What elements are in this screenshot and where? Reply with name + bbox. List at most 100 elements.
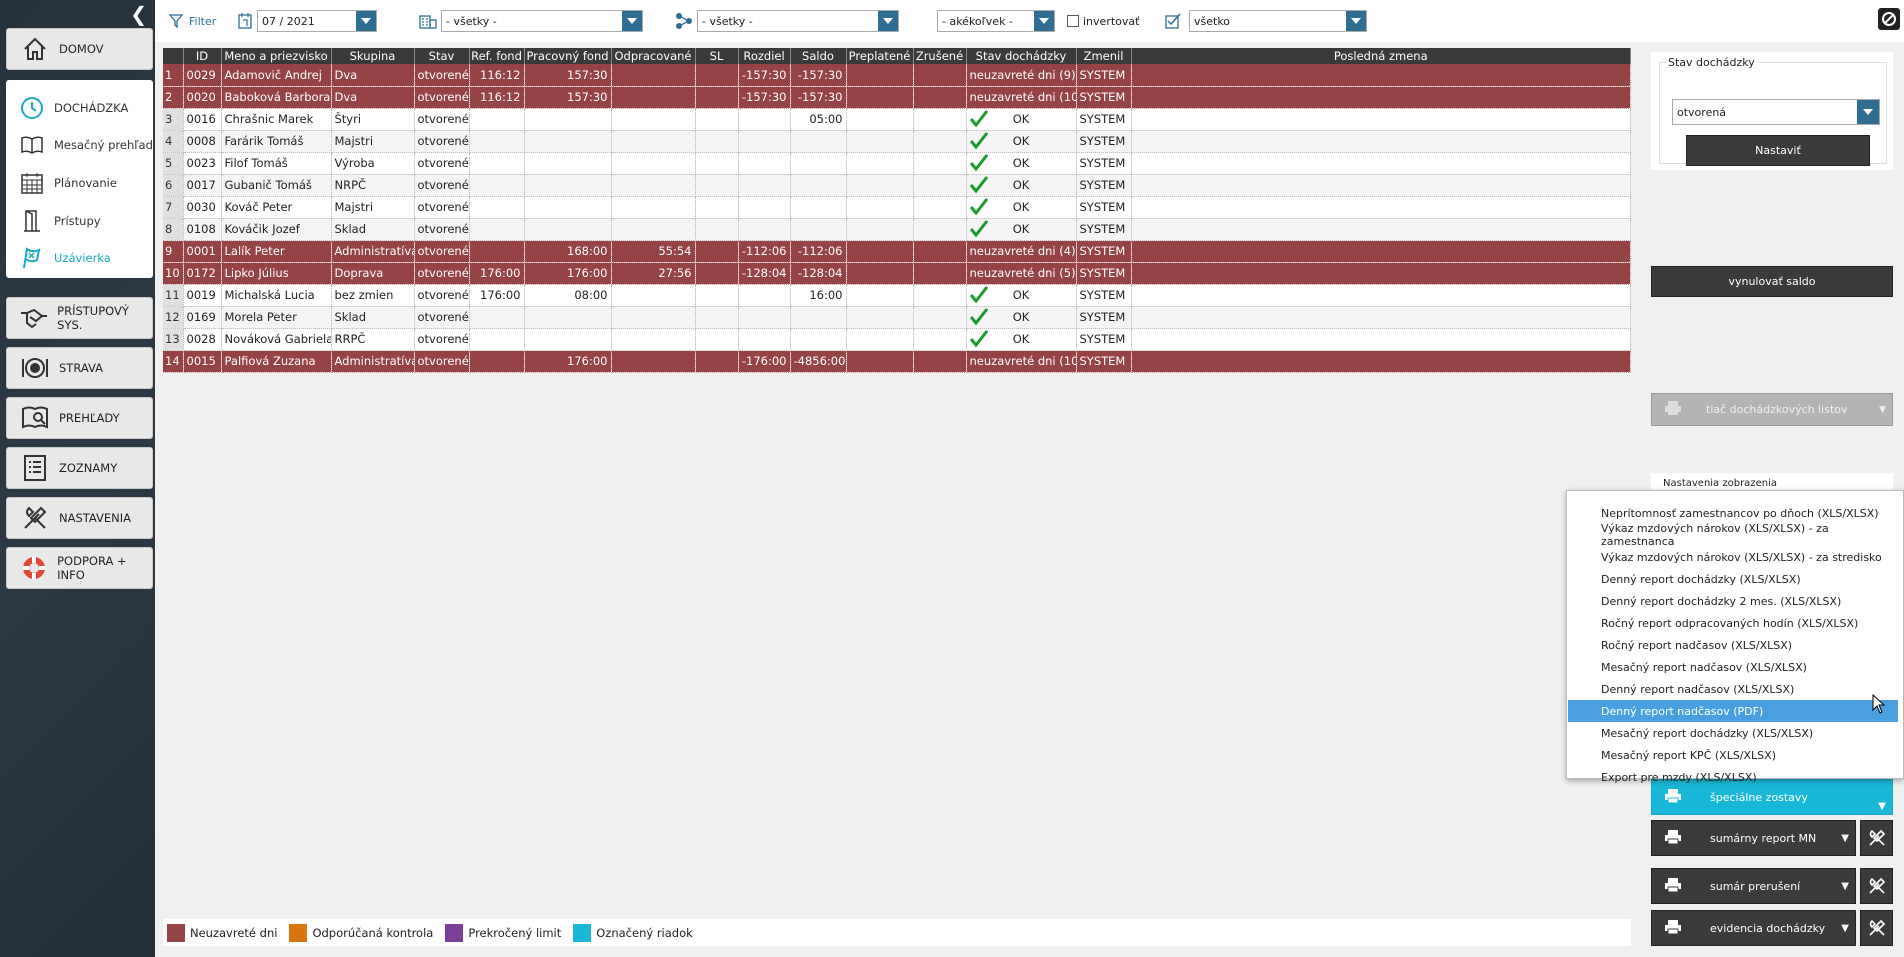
collapse-sidebar-icon[interactable]: ❮ — [130, 2, 147, 26]
menu-item[interactable]: Neprítomnosť zamestnancov po dňoch (XLS/… — [1568, 502, 1898, 524]
menu-item[interactable]: Mesačný report nadčasov (XLS/XLSX) — [1568, 656, 1898, 678]
table-row[interactable]: 13 0028 Nováková Gabriela RRPČ otvorené OK SYS… — [163, 328, 1631, 351]
cell-zmenil: SYSTEM — [1076, 306, 1132, 329]
table-row[interactable]: 8 0108 Kováčik Jozef Sklad otvorené OK SYSTEM — [163, 218, 1631, 241]
cell-n: 3 — [163, 108, 184, 131]
tools-icon — [1868, 919, 1885, 936]
col-header[interactable]: SL — [695, 48, 739, 64]
menu-item[interactable]: Export pre mzdy (XLS/XLSX) — [1568, 766, 1898, 788]
cell-sl — [695, 350, 739, 373]
department-select[interactable]: - všetky - — [441, 10, 643, 32]
col-header[interactable]: Stav — [414, 48, 470, 64]
nav-uzavierka[interactable]: Uzávierka — [6, 241, 153, 275]
state-select[interactable]: všetko — [1189, 10, 1367, 32]
col-header[interactable]: Rozdiel — [738, 48, 791, 64]
month-select[interactable]: 07 / 2021 — [257, 10, 377, 32]
cell-saldo: 05:00 — [790, 108, 847, 131]
table-row[interactable]: 10 0172 Lipko Július Doprava otvorené 176:00 1… — [163, 262, 1631, 285]
menu-item[interactable]: Denný report dochádzky 2 mes. (XLS/XLSX) — [1568, 590, 1898, 612]
menu-item[interactable]: Denný report nadčasov (PDF) — [1568, 700, 1898, 722]
attendance-records-button[interactable]: evidencia dochádzky ▼ — [1651, 910, 1856, 946]
col-header[interactable]: Posledná zmena — [1131, 48, 1631, 64]
menu-item[interactable]: Výkaz mzdových nárokov (XLS/XLSX) - za s… — [1568, 546, 1898, 568]
cell-zmenil: SYSTEM — [1076, 130, 1132, 153]
menu-item[interactable]: Ročný report nadčasov (XLS/XLSX) — [1568, 634, 1898, 656]
cell-fond — [524, 328, 612, 351]
invert-checkbox[interactable] — [1067, 15, 1079, 27]
nav-zoznamy[interactable]: ZOZNAMY — [6, 447, 153, 489]
menu-item[interactable]: Denný report dochádzky (XLS/XLSX) — [1568, 568, 1898, 590]
col-header[interactable]: Preplatené — [846, 48, 914, 64]
nav-strava[interactable]: STRAVA — [6, 347, 153, 389]
menu-item[interactable]: Výkaz mzdových nárokov (XLS/XLSX) - za z… — [1568, 522, 1898, 548]
cell-name: Morela Peter — [221, 306, 332, 329]
nav-planovanie[interactable]: Plánovanie — [6, 166, 153, 200]
chevron-down-icon: ▼ — [1879, 404, 1886, 415]
table-row[interactable]: 14 0015 Palfiová Zuzana Administratíva otvor… — [163, 350, 1631, 373]
menu-item[interactable]: Ročný report odpracovaných hodín (XLS/XL… — [1568, 612, 1898, 634]
special-reports-menu: Neprítomnosť zamestnancov po dňoch (XLS/… — [1566, 490, 1904, 784]
cell-n: 2 — [163, 86, 184, 109]
state-value-select[interactable]: otvorená — [1672, 99, 1880, 125]
cell-odpr: 27:56 — [611, 262, 696, 285]
col-header[interactable]: Meno a priezvisko — [221, 48, 332, 64]
table-row[interactable]: 4 0008 Farárik Tomáš Majstri otvorené OK SYSTE… — [163, 130, 1631, 153]
col-header[interactable]: Skupina — [331, 48, 415, 64]
cell-rozdiel: -157:30 — [738, 64, 791, 87]
col-header[interactable]: ID — [183, 48, 222, 64]
filter-toggle[interactable]: Filter — [169, 10, 216, 32]
group-select[interactable]: - všetky - — [697, 10, 899, 32]
col-header[interactable]: Pracovný fond — [524, 48, 612, 64]
cell — [846, 108, 914, 131]
nav-dochadzka[interactable]: DOCHÁDZKA — [6, 91, 153, 125]
col-header[interactable]: Zmenil — [1076, 48, 1132, 64]
table-row[interactable]: 3 0016 Chrašnic Marek Štyri otvorené 05:00 OK S… — [163, 108, 1631, 131]
cell — [913, 130, 967, 153]
table-row[interactable]: 7 0030 Kováč Peter Majstri otvorené OK SYSTEM — [163, 196, 1631, 219]
reset-balance-button[interactable]: vynulovať saldo — [1651, 266, 1893, 297]
cell-stav: otvorené — [414, 240, 470, 263]
menu-item[interactable]: Denný report nadčasov (XLS/XLSX) — [1568, 678, 1898, 700]
interruptions-summary-button[interactable]: sumár prerušení ▼ — [1651, 868, 1856, 904]
nav-domov[interactable]: DOMOV — [6, 28, 153, 70]
table-row[interactable]: 12 0169 Morela Peter Sklad otvorené OK SYSTEM — [163, 306, 1631, 329]
table-row[interactable]: 6 0017 Gubanič Tomáš NRPČ otvorené OK SYSTEM — [163, 174, 1631, 197]
cell-sl — [695, 174, 739, 197]
menu-item[interactable]: Mesačný report KPČ (XLS/XLSX) — [1568, 744, 1898, 766]
cell-sl — [695, 86, 739, 109]
cell-saldo — [790, 152, 847, 175]
table-row[interactable]: 9 0001 Lalík Peter Administratíva otvorené 16… — [163, 240, 1631, 263]
nav-podpora[interactable]: PODPORA + INFO — [6, 547, 153, 589]
cell-n: 12 — [163, 306, 184, 329]
cell-zmenil: SYSTEM — [1076, 350, 1132, 373]
set-state-button[interactable]: Nastaviť — [1686, 135, 1870, 166]
nav-nastavenia[interactable]: NASTAVENIA — [6, 497, 153, 539]
check-icon — [969, 219, 988, 240]
cell-fond — [524, 174, 612, 197]
table-row[interactable]: 11 0019 Michalská Lucia bez zmien otvorené 17… — [163, 284, 1631, 307]
attendance-records-settings-button[interactable] — [1860, 910, 1893, 946]
col-header[interactable]: Saldo — [790, 48, 847, 64]
disable-icon[interactable] — [1878, 8, 1900, 30]
menu-item[interactable]: Mesačný report dochádzky (XLS/XLSX) — [1568, 722, 1898, 744]
nav-pristupy[interactable]: Prístupy — [6, 204, 153, 238]
nav-prehlady[interactable]: PREHĽADY — [6, 397, 153, 439]
cell-n: 11 — [163, 284, 184, 307]
nav-pristupovy-sys[interactable]: PRÍSTUPOVÝ SYS. — [6, 297, 153, 339]
col-header[interactable]: Ref. fond — [469, 48, 525, 64]
cell-odpr — [611, 152, 696, 175]
summary-report-button[interactable]: sumárny report MN ▼ — [1651, 820, 1856, 856]
check-icon — [969, 285, 988, 306]
interruptions-settings-button[interactable] — [1860, 868, 1893, 904]
summary-report-settings-button[interactable] — [1860, 820, 1893, 856]
calendar-icon — [18, 172, 46, 194]
table-row[interactable]: 5 0023 Filof Tomáš Výroba otvorené OK SYSTEM — [163, 152, 1631, 175]
cell-sl — [695, 108, 739, 131]
col-header[interactable]: Odpracované — [611, 48, 696, 64]
nav-mesacny-prehlad[interactable]: Mesačný prehľad — [6, 128, 153, 162]
table-row[interactable]: 2 0020 Baboková Barbora Dva otvorené 116:12 15… — [163, 86, 1631, 109]
condition-select[interactable]: - akékoľvek - — [937, 10, 1055, 32]
table-row[interactable]: 1 0029 Adamovič Andrej Dva otvorené 116:12 157… — [163, 64, 1631, 87]
col-header[interactable]: Zrušené — [913, 48, 967, 64]
col-header[interactable]: Stav dochádzky — [966, 48, 1077, 64]
